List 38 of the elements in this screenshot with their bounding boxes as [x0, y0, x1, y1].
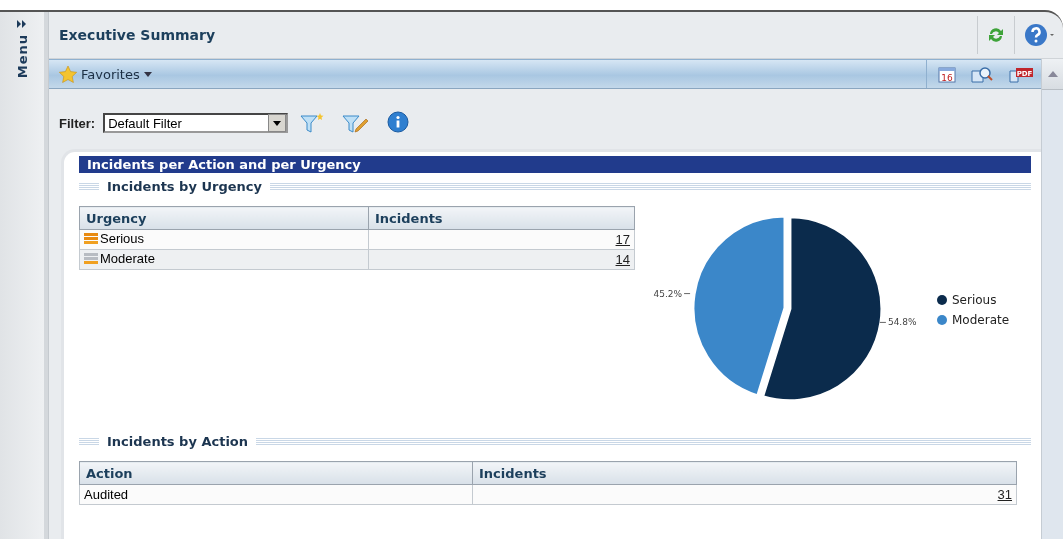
calendar-icon: 16 [938, 65, 956, 83]
incidents-link[interactable]: 14 [615, 252, 630, 267]
legend-label: Serious [952, 293, 997, 307]
scrollbar[interactable] [1041, 59, 1063, 539]
column-header: Incidents [472, 461, 1017, 485]
section-title: Incidents by Urgency [107, 179, 262, 194]
incidents-link[interactable]: 31 [997, 487, 1012, 502]
filter-dropdown[interactable]: Default Filter [103, 113, 289, 133]
magnifier-page-icon [970, 65, 994, 83]
funnel-pencil-icon [342, 112, 371, 134]
column-header: Urgency [79, 206, 369, 230]
incidents-link[interactable]: 17 [615, 232, 630, 247]
column-header: Action [79, 461, 473, 485]
menu-label: Menu [14, 34, 30, 79]
urgency-bars-icon [84, 232, 98, 245]
table-cell: Audited [84, 487, 129, 502]
expand-icon [17, 20, 27, 28]
caret-icon [273, 120, 282, 126]
caret-icon [143, 71, 152, 77]
column-header: Incidents [368, 206, 635, 230]
refresh-icon [986, 25, 1006, 45]
urgency-bars-icon [84, 252, 98, 265]
section-title: Incidents by Action [107, 434, 249, 449]
menu-sidebar[interactable]: Menu [0, 12, 48, 539]
slice-value-label: 54.8% [879, 317, 917, 328]
legend-label: Moderate [952, 313, 1010, 327]
table-cell: Moderate [100, 251, 155, 266]
page-title: Executive Summary [59, 27, 217, 43]
table-cell: Serious [100, 231, 145, 246]
favorites-menu[interactable]: Favorites [59, 65, 926, 83]
filter-label: Filter: [59, 115, 96, 131]
up-arrow-icon [1047, 71, 1058, 77]
star-icon [59, 65, 77, 83]
info-icon [386, 111, 411, 135]
report-title: Incidents per Action and per Urgency [79, 156, 1031, 173]
calendar-button[interactable]: 16 [931, 60, 963, 88]
help-icon [1023, 22, 1055, 48]
slice-value-label: 45.2% [653, 288, 691, 299]
